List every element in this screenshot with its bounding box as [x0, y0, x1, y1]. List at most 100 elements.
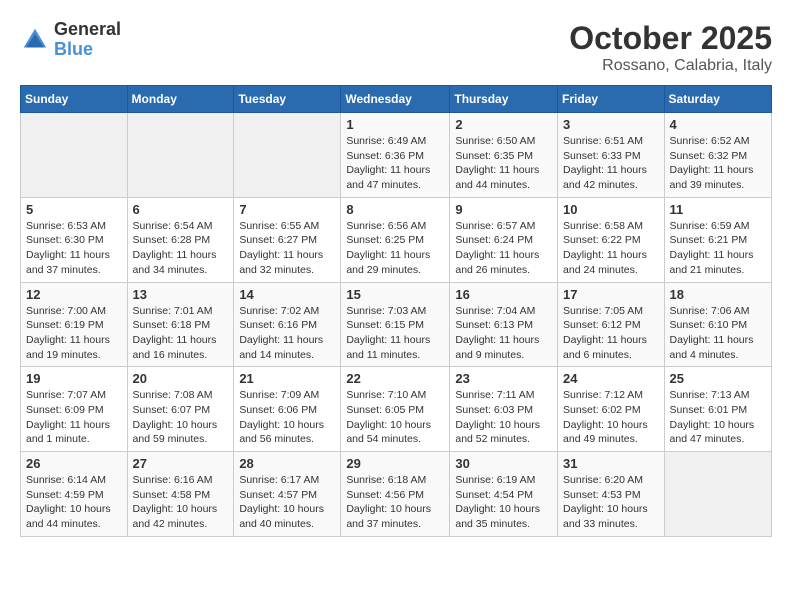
- calendar-table: SundayMondayTuesdayWednesdayThursdayFrid…: [20, 85, 772, 537]
- day-number: 7: [239, 202, 335, 217]
- page-header: General Blue October 2025 Rossano, Calab…: [20, 20, 772, 75]
- day-info: Sunrise: 7:03 AMSunset: 6:15 PMDaylight:…: [346, 304, 444, 363]
- day-info: Sunrise: 7:12 AMSunset: 6:02 PMDaylight:…: [563, 388, 659, 447]
- day-number: 16: [455, 287, 552, 302]
- calendar-cell: 24 Sunrise: 7:12 AMSunset: 6:02 PMDayligh…: [558, 367, 665, 452]
- calendar-cell: 31 Sunrise: 6:20 AMSunset: 4:53 PMDayligh…: [558, 452, 665, 537]
- weekday-header-tuesday: Tuesday: [234, 86, 341, 113]
- day-number: 26: [26, 456, 122, 471]
- day-number: 19: [26, 371, 122, 386]
- logo-general-text: General: [54, 20, 121, 40]
- day-info: Sunrise: 6:51 AMSunset: 6:33 PMDaylight:…: [563, 134, 659, 193]
- day-number: 13: [133, 287, 229, 302]
- calendar-cell: 2Sunrise: 6:50 AMSunset: 6:35 PMDaylight…: [450, 113, 558, 198]
- weekday-header-thursday: Thursday: [450, 86, 558, 113]
- day-info: Sunrise: 6:17 AMSunset: 4:57 PMDaylight:…: [239, 473, 335, 532]
- weekday-header-sunday: Sunday: [21, 86, 128, 113]
- calendar-cell: 13Sunrise: 7:01 AMSunset: 6:18 PMDayligh…: [127, 282, 234, 367]
- weekday-header-monday: Monday: [127, 86, 234, 113]
- day-number: 9: [455, 202, 552, 217]
- calendar-cell: 28 Sunrise: 6:17 AMSunset: 4:57 PMDayligh…: [234, 452, 341, 537]
- weekday-header-wednesday: Wednesday: [341, 86, 450, 113]
- day-info: Sunrise: 6:54 AMSunset: 6:28 PMDaylight:…: [133, 219, 229, 278]
- day-info: Sunrise: 7:09 AMSunset: 6:06 PMDaylight:…: [239, 388, 335, 447]
- day-info: Sunrise: 6:18 AMSunset: 4:56 PMDaylight:…: [346, 473, 444, 532]
- week-row-5: 26 Sunrise: 6:14 AMSunset: 4:59 PMDayligh…: [21, 452, 772, 537]
- day-number: 12: [26, 287, 122, 302]
- day-number: 1: [346, 117, 444, 132]
- day-number: 3: [563, 117, 659, 132]
- day-info: Sunrise: 6:55 AMSunset: 6:27 PMDaylight:…: [239, 219, 335, 278]
- day-number: 24: [563, 371, 659, 386]
- day-number: 5: [26, 202, 122, 217]
- day-info: Sunrise: 7:05 AMSunset: 6:12 PMDaylight:…: [563, 304, 659, 363]
- calendar-cell: 21Sunrise: 7:09 AMSunset: 6:06 PMDayligh…: [234, 367, 341, 452]
- day-info: Sunrise: 7:06 AMSunset: 6:10 PMDaylight:…: [670, 304, 766, 363]
- calendar-cell: 27Sunrise: 6:16 AMSunset: 4:58 PMDayligh…: [127, 452, 234, 537]
- calendar-cell: 29 Sunrise: 6:18 AMSunset: 4:56 PMDayligh…: [341, 452, 450, 537]
- calendar-cell: 14 Sunrise: 7:02 AMSunset: 6:16 PMDayligh…: [234, 282, 341, 367]
- day-number: 17: [563, 287, 659, 302]
- logo: General Blue: [20, 20, 121, 60]
- day-number: 4: [670, 117, 766, 132]
- day-info: Sunrise: 6:53 AMSunset: 6:30 PMDaylight:…: [26, 219, 122, 278]
- calendar-cell: 18 Sunrise: 7:06 AMSunset: 6:10 PMDayligh…: [664, 282, 771, 367]
- calendar-cell: 7 Sunrise: 6:55 AMSunset: 6:27 PMDaylight…: [234, 197, 341, 282]
- day-number: 8: [346, 202, 444, 217]
- day-info: Sunrise: 7:10 AMSunset: 6:05 PMDaylight:…: [346, 388, 444, 447]
- calendar-cell: 8 Sunrise: 6:56 AMSunset: 6:25 PMDaylight…: [341, 197, 450, 282]
- day-number: 31: [563, 456, 659, 471]
- logo-blue-text: Blue: [54, 40, 121, 60]
- weekday-header-row: SundayMondayTuesdayWednesdayThursdayFrid…: [21, 86, 772, 113]
- day-number: 2: [455, 117, 552, 132]
- calendar-cell: 12 Sunrise: 7:00 AMSunset: 6:19 PMDayligh…: [21, 282, 128, 367]
- day-number: 18: [670, 287, 766, 302]
- calendar-cell: 4Sunrise: 6:52 AMSunset: 6:32 PMDaylight…: [664, 113, 771, 198]
- day-number: 29: [346, 456, 444, 471]
- day-number: 30: [455, 456, 552, 471]
- week-row-2: 5 Sunrise: 6:53 AMSunset: 6:30 PMDaylight…: [21, 197, 772, 282]
- day-number: 28: [239, 456, 335, 471]
- day-number: 14: [239, 287, 335, 302]
- calendar-cell: 25Sunrise: 7:13 AMSunset: 6:01 PMDayligh…: [664, 367, 771, 452]
- day-info: Sunrise: 7:08 AMSunset: 6:07 PMDaylight:…: [133, 388, 229, 447]
- calendar-cell: 6 Sunrise: 6:54 AMSunset: 6:28 PMDaylight…: [127, 197, 234, 282]
- day-info: Sunrise: 6:57 AMSunset: 6:24 PMDaylight:…: [455, 219, 552, 278]
- day-number: 22: [346, 371, 444, 386]
- day-info: Sunrise: 6:59 AMSunset: 6:21 PMDaylight:…: [670, 219, 766, 278]
- day-number: 20: [133, 371, 229, 386]
- month-title: October 2025: [569, 20, 772, 57]
- day-number: 23: [455, 371, 552, 386]
- calendar-cell: 26 Sunrise: 6:14 AMSunset: 4:59 PMDayligh…: [21, 452, 128, 537]
- day-info: Sunrise: 7:07 AMSunset: 6:09 PMDaylight:…: [26, 388, 122, 447]
- day-number: 6: [133, 202, 229, 217]
- logo-icon: [20, 25, 50, 55]
- calendar-cell: [127, 113, 234, 198]
- day-info: Sunrise: 6:20 AMSunset: 4:53 PMDaylight:…: [563, 473, 659, 532]
- day-info: Sunrise: 6:14 AMSunset: 4:59 PMDaylight:…: [26, 473, 122, 532]
- calendar-cell: 30Sunrise: 6:19 AMSunset: 4:54 PMDayligh…: [450, 452, 558, 537]
- calendar-cell: 23Sunrise: 7:11 AMSunset: 6:03 PMDayligh…: [450, 367, 558, 452]
- calendar-cell: [234, 113, 341, 198]
- day-info: Sunrise: 6:56 AMSunset: 6:25 PMDaylight:…: [346, 219, 444, 278]
- day-info: Sunrise: 6:58 AMSunset: 6:22 PMDaylight:…: [563, 219, 659, 278]
- calendar-cell: 10Sunrise: 6:58 AMSunset: 6:22 PMDayligh…: [558, 197, 665, 282]
- calendar-header: SundayMondayTuesdayWednesdayThursdayFrid…: [21, 86, 772, 113]
- calendar-body: 1 Sunrise: 6:49 AMSunset: 6:36 PMDaylight…: [21, 113, 772, 537]
- calendar-cell: 22 Sunrise: 7:10 AMSunset: 6:05 PMDayligh…: [341, 367, 450, 452]
- calendar-cell: [21, 113, 128, 198]
- day-info: Sunrise: 7:02 AMSunset: 6:16 PMDaylight:…: [239, 304, 335, 363]
- calendar-cell: 17 Sunrise: 7:05 AMSunset: 6:12 PMDayligh…: [558, 282, 665, 367]
- weekday-header-saturday: Saturday: [664, 86, 771, 113]
- calendar-cell: 9 Sunrise: 6:57 AMSunset: 6:24 PMDaylight…: [450, 197, 558, 282]
- day-info: Sunrise: 7:13 AMSunset: 6:01 PMDaylight:…: [670, 388, 766, 447]
- day-info: Sunrise: 7:00 AMSunset: 6:19 PMDaylight:…: [26, 304, 122, 363]
- calendar-cell: 16Sunrise: 7:04 AMSunset: 6:13 PMDayligh…: [450, 282, 558, 367]
- week-row-3: 12 Sunrise: 7:00 AMSunset: 6:19 PMDayligh…: [21, 282, 772, 367]
- calendar-cell: 3 Sunrise: 6:51 AMSunset: 6:33 PMDaylight…: [558, 113, 665, 198]
- title-block: October 2025 Rossano, Calabria, Italy: [569, 20, 772, 75]
- day-info: Sunrise: 6:49 AMSunset: 6:36 PMDaylight:…: [346, 134, 444, 193]
- week-row-1: 1 Sunrise: 6:49 AMSunset: 6:36 PMDaylight…: [21, 113, 772, 198]
- calendar-cell: 1 Sunrise: 6:49 AMSunset: 6:36 PMDaylight…: [341, 113, 450, 198]
- calendar-cell: 15Sunrise: 7:03 AMSunset: 6:15 PMDayligh…: [341, 282, 450, 367]
